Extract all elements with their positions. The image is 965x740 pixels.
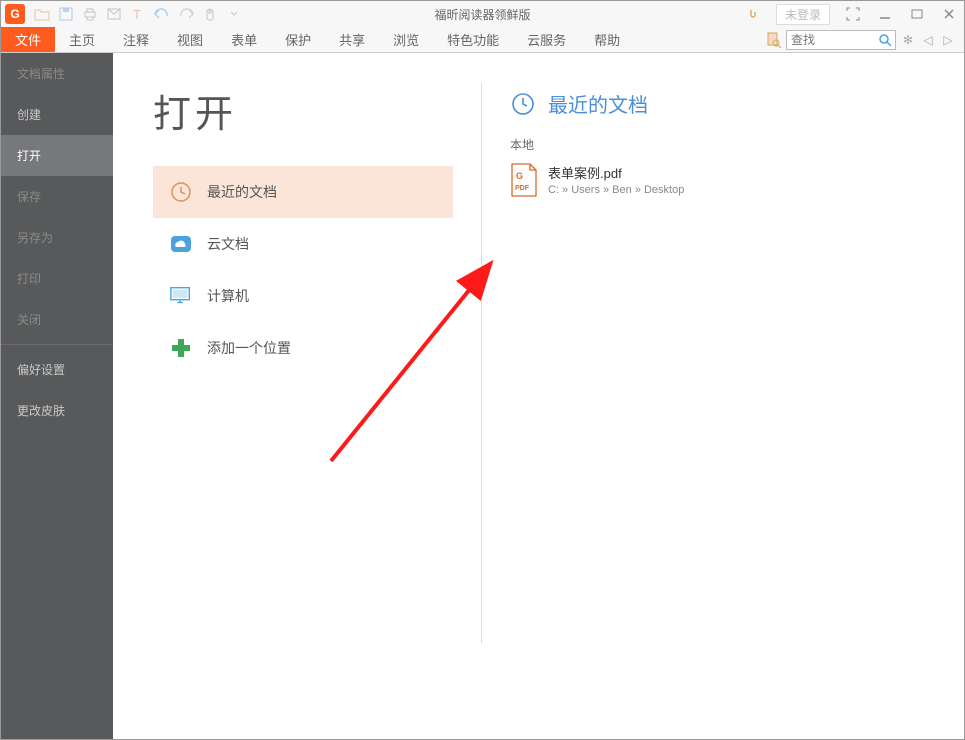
location-label: 最近的文档	[207, 182, 277, 202]
email-icon[interactable]	[105, 5, 123, 23]
sidebar-item-docprops[interactable]: 文档属性	[1, 53, 113, 94]
next-icon[interactable]: ▷	[940, 32, 956, 48]
location-label: 计算机	[207, 286, 249, 306]
sidebar-item-create[interactable]: 创建	[1, 94, 113, 135]
sidebar-item-skin[interactable]: 更改皮肤	[1, 390, 113, 431]
sidebar-item-print[interactable]: 打印	[1, 258, 113, 299]
tab-features[interactable]: 特色功能	[433, 27, 513, 52]
file-name: 表单案例.pdf	[548, 163, 684, 182]
plus-icon	[169, 336, 193, 360]
touch-mode-icon[interactable]	[744, 5, 762, 23]
quick-access-toolbar: T	[33, 5, 243, 23]
sidebar-item-saveas[interactable]: 另存为	[1, 217, 113, 258]
tab-protect[interactable]: 保护	[271, 27, 325, 52]
titlebar: G T 福昕阅读器领鲜版 未登录	[1, 1, 964, 27]
sidebar-item-preferences[interactable]: 偏好设置	[1, 349, 113, 390]
backstage-content: 打开 最近的文档 云文档 计算机 添加一个位置	[113, 53, 964, 739]
clock-icon	[169, 180, 193, 204]
close-icon[interactable]	[940, 5, 958, 23]
find-box	[786, 30, 896, 50]
svg-text:G: G	[516, 171, 523, 181]
svg-text:PDF: PDF	[515, 185, 530, 192]
tab-help[interactable]: 帮助	[580, 27, 634, 52]
tab-form[interactable]: 表单	[217, 27, 271, 52]
tab-file[interactable]: 文件	[1, 27, 55, 52]
print-icon[interactable]	[81, 5, 99, 23]
file-path: C: » Users » Ben » Desktop	[548, 184, 684, 196]
vertical-divider	[481, 83, 482, 643]
qat-dropdown-icon[interactable]	[225, 5, 243, 23]
window-controls: 未登录	[744, 1, 958, 27]
pdf-file-icon: G PDF	[510, 163, 538, 195]
open-icon[interactable]	[33, 5, 51, 23]
open-locations: 打开 最近的文档 云文档 计算机 添加一个位置	[153, 83, 453, 739]
file-sidebar: 文档属性 创建 打开 保存 另存为 打印 关闭 偏好设置 更改皮肤	[1, 53, 113, 739]
computer-icon	[169, 284, 193, 308]
text-icon[interactable]: T	[129, 5, 147, 23]
undo-icon[interactable]	[153, 5, 171, 23]
prev-icon[interactable]: ◁	[920, 32, 936, 48]
svg-text:T: T	[133, 7, 141, 21]
sidebar-item-save[interactable]: 保存	[1, 176, 113, 217]
tab-home[interactable]: 主页	[55, 27, 109, 52]
minimize-icon[interactable]	[876, 5, 894, 23]
search-icon[interactable]	[875, 31, 895, 49]
location-computer[interactable]: 计算机	[153, 270, 453, 322]
redo-icon[interactable]	[177, 5, 195, 23]
find-input[interactable]	[787, 33, 875, 47]
sidebar-item-close[interactable]: 关闭	[1, 299, 113, 340]
location-add[interactable]: 添加一个位置	[153, 322, 453, 374]
tab-share[interactable]: 共享	[325, 27, 379, 52]
search-doc-icon[interactable]	[766, 32, 782, 48]
tab-view[interactable]: 视图	[163, 27, 217, 52]
clock-icon	[510, 91, 536, 117]
tab-browse[interactable]: 浏览	[379, 27, 433, 52]
location-cloud[interactable]: 云文档	[153, 218, 453, 270]
save-icon[interactable]	[57, 5, 75, 23]
maximize-icon[interactable]	[908, 5, 926, 23]
tab-cloud[interactable]: 云服务	[513, 27, 580, 52]
hand-icon[interactable]	[201, 5, 219, 23]
location-label: 云文档	[207, 234, 249, 254]
tab-annotate[interactable]: 注释	[109, 27, 163, 52]
cloud-icon	[169, 232, 193, 256]
recent-file-item[interactable]: G PDF 表单案例.pdf C: » Users » Ben » Desktop	[510, 159, 964, 200]
recent-section-label: 本地	[510, 136, 964, 153]
gear-icon[interactable]: ✻	[900, 32, 916, 48]
login-button[interactable]: 未登录	[776, 4, 830, 25]
location-recent[interactable]: 最近的文档	[153, 166, 453, 218]
app-logo: G	[5, 4, 25, 24]
backstage: 文档属性 创建 打开 保存 另存为 打印 关闭 偏好设置 更改皮肤 打开 最近的…	[1, 53, 964, 739]
fullscreen-icon[interactable]	[844, 5, 862, 23]
recent-heading: 最近的文档	[510, 89, 964, 118]
recent-title: 最近的文档	[548, 89, 648, 118]
sidebar-item-open[interactable]: 打开	[1, 135, 113, 176]
location-label: 添加一个位置	[207, 338, 291, 358]
page-heading: 打开	[153, 83, 453, 138]
sidebar-separator	[1, 344, 113, 345]
ribbon-tabs: 文件 主页 注释 视图 表单 保护 共享 浏览 特色功能 云服务 帮助 ✻ ◁ …	[1, 27, 964, 53]
recent-panel: 最近的文档 本地 G PDF 表单案例.pdf C: » Users » Ben …	[510, 83, 964, 739]
